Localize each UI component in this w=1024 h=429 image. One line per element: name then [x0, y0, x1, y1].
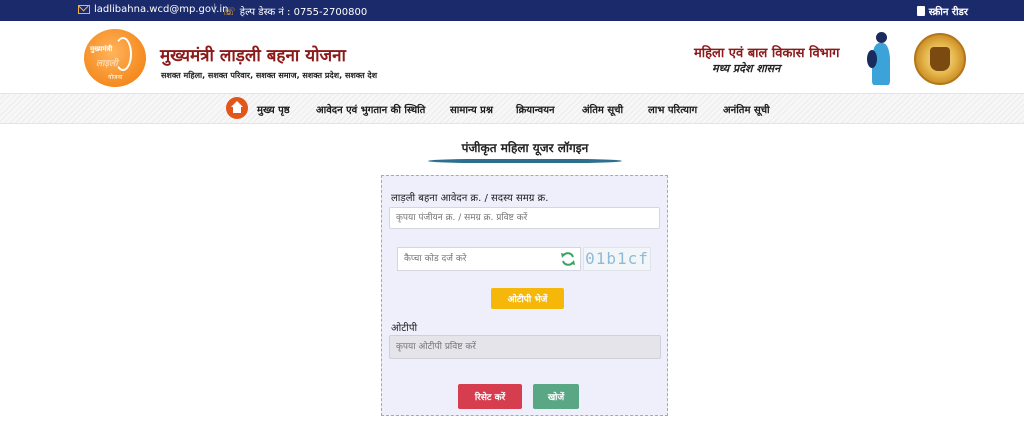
email-contact[interactable]: ladlibahna.wcd@mp.gov.in: [78, 4, 228, 15]
refresh-icon[interactable]: [560, 251, 576, 267]
send-otp-button[interactable]: ओटीपी भेजें: [491, 288, 564, 309]
email-text[interactable]: ladlibahna.wcd@mp.gov.in: [94, 4, 228, 15]
nav-item-implementation[interactable]: क्रियान्वयन: [516, 102, 555, 116]
ladli-behna-logo[interactable]: मुख्यमंत्री लाड़ली योजना: [84, 29, 146, 87]
book-icon: [916, 6, 925, 16]
helpdesk-contact: ☏ हेल्प डेस्क नं : 0755-2700800: [222, 4, 368, 19]
mp-government-emblem: [914, 33, 966, 85]
application-id-input[interactable]: [389, 207, 660, 229]
logo-figure-head: [876, 32, 887, 43]
heading-underline: [428, 159, 622, 163]
nav-item-benefit-relinquish[interactable]: लाभ परित्याग: [648, 102, 697, 116]
nav-item-application-status[interactable]: आवेदन एवं भुगतान की स्थिति: [316, 102, 425, 116]
mail-icon: [78, 5, 90, 14]
mother-child-logo: [866, 32, 896, 88]
captcha-input[interactable]: [397, 247, 581, 271]
logo-figure-child: [867, 50, 877, 68]
government-name: मध्य प्रदेश शासन: [712, 62, 781, 75]
site-tagline: सशक्त महिला, सशक्त परिवार, सशक्त समाज, स…: [161, 71, 378, 80]
home-icon-wall: [233, 107, 241, 113]
application-id-label: लाड़ली बहना आवेदन क्र. / सदस्य समग्र क्र…: [391, 193, 549, 204]
department-name: महिला एवं बाल विकास विभाग: [694, 46, 840, 61]
search-button[interactable]: खोजें: [533, 384, 579, 409]
helpdesk-text: हेल्प डेस्क नं : 0755-2700800: [239, 7, 368, 18]
site-header: मुख्यमंत्री लाड़ली योजना मुख्यमंत्री लाड…: [0, 21, 1024, 93]
otp-label: ओटीपी: [391, 323, 418, 334]
login-heading: पंजीकृत महिला यूजर लॉगइन: [461, 141, 589, 155]
otp-input[interactable]: [389, 335, 661, 359]
emblem-center: [930, 47, 950, 71]
captcha-image: 01b1cf: [583, 247, 651, 271]
screen-reader-label[interactable]: स्क्रीन रीडर: [929, 4, 968, 18]
logo-text-2: लाड़ली: [96, 59, 118, 69]
screen-reader-link[interactable]: स्क्रीन रीडर: [916, 4, 968, 18]
main-navigation: मुख्य पृष्ठ आवेदन एवं भुगतान की स्थिति स…: [0, 93, 1024, 124]
logo-text-1: मुख्यमंत्री: [90, 45, 113, 53]
home-icon[interactable]: [226, 97, 248, 119]
topbar-separator: |: [213, 3, 217, 14]
nav-item-home[interactable]: मुख्य पृष्ठ: [257, 102, 290, 116]
nav-item-final-list[interactable]: अंतिम सूची: [582, 102, 623, 116]
nav-item-faq[interactable]: सामान्य प्रश्न: [450, 102, 493, 116]
phone-icon: ☏: [222, 4, 236, 18]
reset-button[interactable]: रिसेट करें: [458, 384, 522, 409]
logo-text-3: योजना: [108, 74, 123, 81]
top-bar: ladlibahna.wcd@mp.gov.in | ☏ हेल्प डेस्क…: [0, 0, 1024, 21]
nav-item-provisional-list[interactable]: अनंतिम सूची: [723, 102, 770, 116]
site-title: मुख्यमंत्री लाड़ली बहना योजना: [160, 46, 346, 66]
